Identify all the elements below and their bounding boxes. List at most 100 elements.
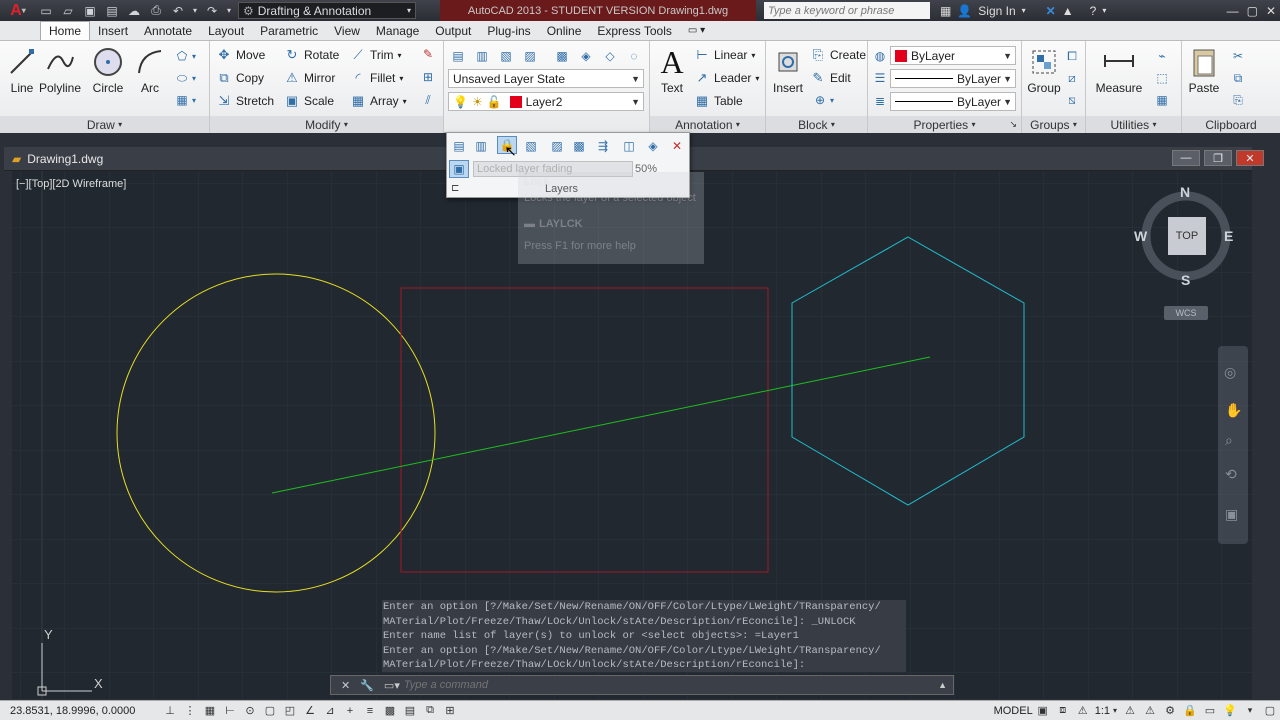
lwt-icon[interactable]: ≡: [360, 703, 380, 719]
dyn-icon[interactable]: +: [340, 703, 360, 719]
circle-button[interactable]: Circle: [86, 45, 130, 95]
drawing-tab-title[interactable]: Drawing1.dwg: [27, 152, 103, 166]
group-button[interactable]: Group: [1022, 45, 1066, 95]
quick-view-drawings-icon[interactable]: ⧈: [1053, 703, 1073, 719]
auto-scale-icon[interactable]: ⚠: [1140, 703, 1160, 719]
table-button[interactable]: ▦ Table: [694, 91, 743, 111]
prompt-icon[interactable]: ▭▾: [384, 679, 400, 692]
am-icon[interactable]: ⊞: [440, 703, 460, 719]
orbit-icon[interactable]: ⟲: [1225, 466, 1237, 483]
calculator-icon[interactable]: ▦: [1152, 91, 1172, 109]
layer-unisolate-icon[interactable]: ▨: [520, 47, 540, 65]
linetype-icon[interactable]: ☰: [870, 69, 890, 87]
help-icon[interactable]: ?: [1090, 4, 1097, 18]
quick-select-icon[interactable]: ⌁: [1152, 47, 1172, 65]
tab-express-tools[interactable]: Express Tools: [589, 21, 679, 40]
tab-online[interactable]: Online: [539, 21, 590, 40]
lineweight-icon[interactable]: ≣: [870, 92, 890, 110]
chevron-down-icon[interactable]: ▾: [1102, 6, 1106, 15]
paste-button[interactable]: Paste: [1182, 45, 1226, 95]
application-menu-button[interactable]: A ▾: [0, 0, 36, 21]
tab-view[interactable]: View: [326, 21, 368, 40]
3d-osnap-icon[interactable]: ◰: [280, 703, 300, 719]
ducs-icon[interactable]: ⊿: [320, 703, 340, 719]
groups-panel-title[interactable]: Groups ▾: [1022, 116, 1085, 133]
linetype-dropdown[interactable]: ByLayer ▼: [890, 69, 1016, 88]
array-button[interactable]: ▦ Array ▾: [350, 91, 407, 111]
measure-button[interactable]: Measure: [1094, 45, 1144, 95]
layer-off-icon[interactable]: ◌: [624, 47, 644, 65]
customize-icon[interactable]: 🔧: [360, 679, 374, 692]
pan-icon[interactable]: ✋: [1225, 402, 1242, 419]
compass-north[interactable]: N: [1180, 184, 1190, 200]
sc-icon[interactable]: ⧉: [420, 703, 440, 719]
tab-home[interactable]: Home: [40, 21, 91, 40]
offset-icon[interactable]: ⫽: [418, 91, 438, 109]
layer-match-icon[interactable]: ▩: [552, 47, 572, 65]
properties-panel-title[interactable]: Properties ▾ ↘: [868, 116, 1021, 133]
tab-layout[interactable]: Layout: [200, 21, 252, 40]
mirror-button[interactable]: ⚠ Mirror: [284, 68, 335, 88]
redo-icon[interactable]: ↷: [202, 2, 222, 19]
layer-unlock-icon[interactable]: ▧: [521, 137, 541, 155]
infer-constraints-icon[interactable]: ⊥: [160, 703, 180, 719]
steering-wheel-icon[interactable]: ◎: [1224, 364, 1236, 381]
lineweight-dropdown[interactable]: ByLayer ▼: [890, 92, 1016, 111]
tpy-icon[interactable]: ▩: [380, 703, 400, 719]
arc-button[interactable]: Arc: [128, 45, 172, 95]
chevron-down-icon[interactable]: ▾: [188, 91, 200, 109]
modify-panel-title[interactable]: Modify ▾: [210, 116, 443, 133]
sign-in-link[interactable]: Sign In: [978, 4, 1015, 18]
hardware-acceleration-icon[interactable]: ▭: [1200, 703, 1220, 719]
chevron-down-icon[interactable]: ▾: [188, 69, 200, 87]
ortho-icon[interactable]: ⊢: [220, 703, 240, 719]
quick-view-layouts-icon[interactable]: ▣: [1033, 703, 1053, 719]
match-properties-icon[interactable]: ◍: [870, 47, 890, 65]
leader-button[interactable]: ↗ Leader ▾: [694, 68, 760, 88]
insert-button[interactable]: Insert: [766, 45, 810, 95]
save-as-icon[interactable]: ▤: [102, 2, 122, 19]
layer-delete-icon[interactable]: ✕: [667, 137, 687, 155]
move-button[interactable]: ✥ Move: [216, 45, 266, 65]
layer-copy-icon[interactable]: ▩: [569, 137, 589, 155]
grid-icon[interactable]: ▦: [200, 703, 220, 719]
model-space-toggle[interactable]: MODEL: [994, 705, 1033, 717]
layer-state-icon[interactable]: ▥: [472, 47, 492, 65]
command-input[interactable]: [403, 679, 904, 691]
undo-icon[interactable]: ↶: [168, 2, 188, 19]
snap-icon[interactable]: ⋮: [180, 703, 200, 719]
viewcube[interactable]: TOP N S E W: [1134, 184, 1234, 288]
pin-icon[interactable]: ⊏: [451, 183, 459, 194]
copy-clip-icon[interactable]: ⧉: [1228, 69, 1248, 87]
close-icon[interactable]: ✕: [1266, 4, 1276, 18]
layer-freeze-icon[interactable]: ▤: [449, 137, 469, 155]
ribbon-minimize-button[interactable]: ▭ ▾: [680, 21, 713, 40]
text-button[interactable]: A Text: [650, 44, 694, 96]
layer-thaw-icon[interactable]: ◈: [643, 137, 663, 155]
group-edit-icon[interactable]: ⧄: [1062, 69, 1082, 87]
close-icon[interactable]: ✕: [1236, 150, 1264, 166]
wcs-menu-button[interactable]: WCS: [1164, 306, 1208, 320]
showmotion-icon[interactable]: ▣: [1225, 506, 1238, 523]
tab-plug-ins[interactable]: Plug-ins: [479, 21, 538, 40]
tab-insert[interactable]: Insert: [90, 21, 136, 40]
scale-button[interactable]: ▣ Scale: [284, 91, 334, 111]
annotation-visibility-icon[interactable]: ⚠: [1120, 703, 1140, 719]
dialog-launcher-icon[interactable]: ↘: [1009, 119, 1017, 130]
otrack-icon[interactable]: ∠: [300, 703, 320, 719]
select-all-icon[interactable]: ⬚: [1152, 69, 1172, 87]
linear-button[interactable]: ⊢ Linear ▾: [694, 45, 755, 65]
layer-previous-icon[interactable]: ◈: [576, 47, 596, 65]
viewcube-top-face[interactable]: TOP: [1168, 217, 1206, 255]
cloud-icon[interactable]: ☁: [124, 2, 144, 19]
tab-manage[interactable]: Manage: [368, 21, 427, 40]
copy-button[interactable]: ⧉ Copy: [216, 68, 264, 88]
edit-block-button[interactable]: ✎ Edit: [810, 68, 851, 88]
ungroup-icon[interactable]: ⧠: [1062, 47, 1082, 65]
history-arrow-icon[interactable]: ▲: [938, 680, 947, 690]
group-select-icon[interactable]: ⧅: [1062, 91, 1082, 109]
erase-icon[interactable]: ✎: [418, 45, 438, 63]
restore-icon[interactable]: ❐: [1204, 150, 1232, 166]
fillet-button[interactable]: ◜ Fillet ▾: [350, 68, 403, 88]
annotation-scale-icon[interactable]: ⚠: [1073, 703, 1093, 719]
